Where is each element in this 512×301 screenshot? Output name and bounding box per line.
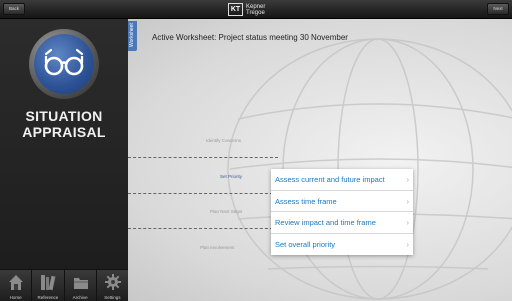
nav-archive[interactable]: Archive: [65, 270, 97, 301]
sidebar: SITUATION APPRAISAL Home Reference Archi…: [0, 19, 128, 301]
menu-item-assess-time-frame[interactable]: Assess time frame ›: [271, 191, 413, 212]
folder-icon: [73, 278, 88, 289]
eyeglasses-icon: [44, 48, 84, 76]
books-icon: [41, 275, 56, 291]
logo-mark: KT: [228, 3, 243, 16]
top-bar: Back KT Kepner Tregoe Next: [0, 0, 512, 19]
menu-item-label: Review impact and time frame: [275, 218, 376, 227]
step-divider: [128, 193, 278, 194]
menu-item-set-overall-priority[interactable]: Set overall priority ›: [271, 234, 413, 256]
nav-home[interactable]: Home: [0, 270, 33, 301]
worksheet-title: Active Worksheet: Project status meeting…: [152, 33, 348, 42]
process-title: SITUATION APPRAISAL: [0, 108, 128, 140]
chevron-right-icon: ›: [406, 218, 409, 227]
nav-reference[interactable]: Reference: [32, 270, 65, 301]
worksheet-side-tab[interactable]: Worksheet: [128, 21, 137, 51]
chevron-right-icon: ›: [406, 196, 409, 206]
nav-home-label: Home: [9, 295, 22, 300]
nav-archive-label: Archive: [72, 295, 88, 300]
chevron-right-icon: ›: [406, 175, 409, 184]
menu-item-review-impact-time-frame[interactable]: Review impact and time frame ›: [271, 212, 413, 234]
back-button[interactable]: Back: [3, 3, 25, 15]
logo-line-1: Kepner: [246, 3, 266, 10]
process-badge: [29, 29, 99, 99]
nav-settings[interactable]: Settings: [97, 270, 128, 301]
menu-item-label: Assess time frame: [275, 196, 337, 206]
step-divider: [128, 228, 278, 229]
menu-item-assess-current-future-impact[interactable]: Assess current and future impact ›: [271, 169, 413, 191]
nav-settings-label: Settings: [104, 295, 121, 300]
home-icon: [9, 275, 23, 290]
next-button[interactable]: Next: [487, 3, 509, 15]
step-identify-concerns[interactable]: Identify Concerns: [206, 138, 241, 143]
process-title-line-1: SITUATION: [25, 108, 103, 124]
step-divider: [128, 157, 278, 158]
menu-item-label: Assess current and future impact: [275, 175, 385, 184]
step-set-priority[interactable]: Set Priority: [220, 174, 242, 179]
set-priority-popup-menu: Assess current and future impact › Asses…: [271, 169, 413, 255]
globe-watermark: [227, 38, 512, 300]
step-plan-next-steps[interactable]: Plan Next Steps: [210, 209, 242, 214]
gear-icon: [104, 274, 121, 290]
worksheet-side-tab-label: Worksheet: [129, 23, 135, 47]
process-title-line-2: APPRAISAL: [22, 124, 106, 140]
menu-item-label: Set overall priority: [275, 239, 336, 249]
step-plan-involvement[interactable]: Plan Involvement: [200, 245, 235, 250]
bottom-nav: Home Reference Archive Settings: [0, 269, 128, 301]
chevron-right-icon: ›: [406, 239, 409, 249]
logo-line-2: Tregoe: [246, 9, 265, 16]
kepner-tregoe-logo: KT Kepner Tregoe: [228, 2, 265, 17]
main-panel: Worksheet Active Worksheet: Project stat…: [128, 19, 512, 301]
nav-reference-label: Reference: [37, 295, 59, 300]
logo-text: Kepner Tregoe: [246, 4, 265, 16]
